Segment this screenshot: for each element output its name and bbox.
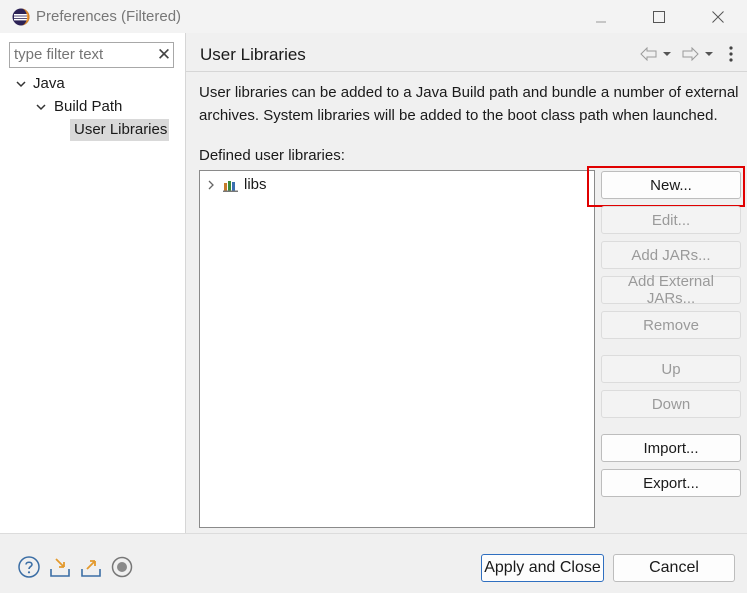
tree-item-label: Java (33, 75, 65, 92)
maximize-button[interactable] (636, 0, 682, 33)
footer-divider (0, 533, 747, 534)
library-item-libs[interactable]: libs (205, 174, 325, 196)
cancel-button[interactable]: Cancel (613, 554, 735, 582)
clear-filter-icon[interactable]: ✕ (156, 46, 172, 64)
down-button[interactable]: Down (601, 390, 741, 418)
forward-arrow-icon[interactable] (681, 47, 699, 61)
close-button[interactable] (695, 0, 741, 33)
maximize-icon (653, 10, 665, 23)
export-preferences-icon[interactable] (79, 555, 103, 579)
add-jars-button[interactable]: Add JARs... (601, 241, 741, 269)
export-button[interactable]: Export... (601, 469, 741, 497)
forward-dropdown-icon[interactable] (704, 51, 714, 57)
eclipse-icon (12, 8, 30, 26)
chevron-down-icon (16, 81, 26, 88)
library-name: libs (244, 176, 267, 193)
filter-input[interactable] (14, 46, 152, 63)
window-title: Preferences (Filtered) (36, 8, 182, 25)
apply-and-close-button[interactable]: Apply and Close (481, 554, 604, 582)
defined-libraries-label: Defined user libraries: (199, 147, 345, 164)
close-icon (712, 10, 724, 23)
record-icon[interactable] (110, 555, 134, 579)
back-dropdown-icon[interactable] (662, 51, 672, 57)
back-arrow-icon[interactable] (640, 47, 658, 61)
title-bar: Preferences (Filtered) (0, 0, 747, 33)
import-button[interactable]: Import... (601, 434, 741, 462)
minimize-icon (596, 21, 606, 22)
view-menu-icon[interactable] (728, 45, 734, 63)
edit-button[interactable]: Edit... (601, 206, 741, 234)
filter-field[interactable]: ✕ (9, 42, 174, 68)
help-icon[interactable] (17, 555, 41, 579)
header-divider (186, 71, 747, 72)
chevron-right-icon[interactable] (207, 180, 216, 190)
page-description: User libraries can be added to a Java Bu… (199, 84, 739, 124)
library-icon (223, 181, 238, 192)
new-button[interactable]: New... (601, 171, 741, 199)
user-libraries-list[interactable]: libs (199, 170, 595, 528)
remove-button[interactable]: Remove (601, 311, 741, 339)
add-external-jars-button[interactable]: Add External JARs... (601, 273, 741, 307)
page-title: User Libraries (200, 45, 306, 64)
up-button[interactable]: Up (601, 355, 741, 383)
tree-item-label: User Libraries (74, 121, 168, 138)
import-preferences-icon[interactable] (48, 555, 72, 579)
tree-item-label: Build Path (54, 98, 123, 115)
minimize-button[interactable] (578, 0, 624, 33)
chevron-down-icon (36, 104, 46, 111)
tree-item-user-libraries[interactable]: User Libraries (70, 119, 169, 141)
